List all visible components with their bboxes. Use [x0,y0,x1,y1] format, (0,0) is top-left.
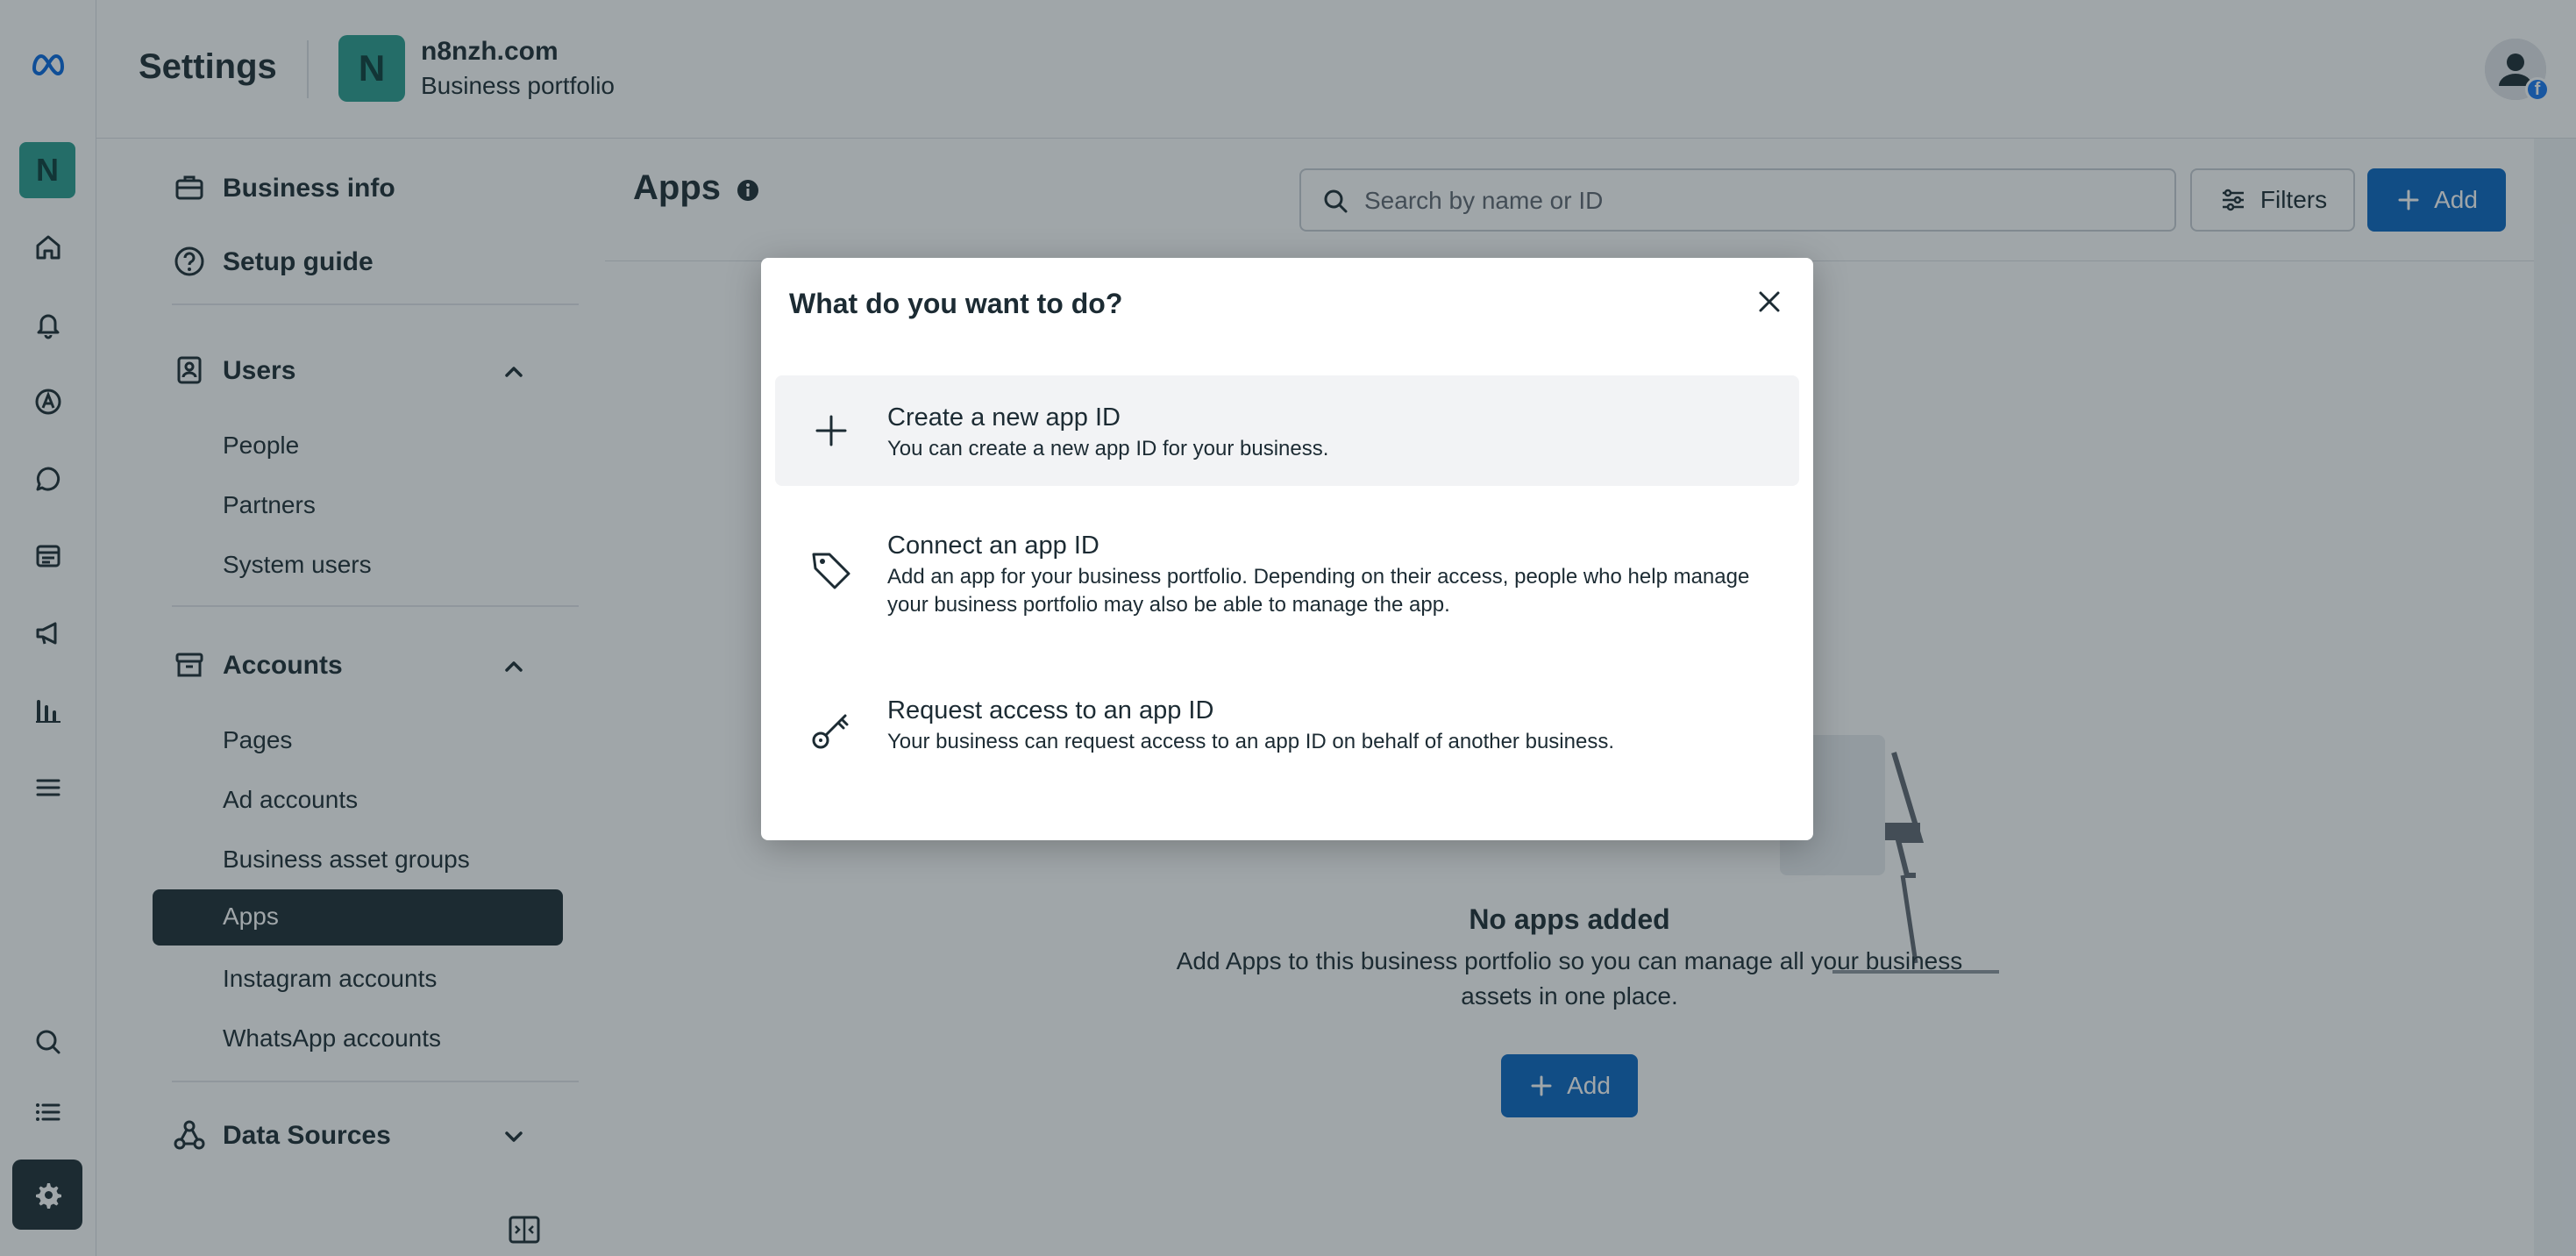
option-title: Connect an app ID [887,532,1099,560]
plus-icon [807,406,856,455]
option-request-access[interactable]: Request access to an app ID Your busines… [775,674,1799,788]
tag-icon [807,546,856,595]
key-icon [807,705,856,754]
option-description: Your business can request access to an a… [887,730,1614,753]
option-title: Request access to an app ID [887,696,1214,724]
option-description: You can create a new app ID for your bus… [887,437,1329,460]
option-title: Create a new app ID [887,403,1121,432]
dialog-title: What do you want to do? [789,288,1123,319]
add-app-dialog: What do you want to do? Create a new app… [761,258,1813,840]
close-button[interactable] [1752,284,1787,319]
option-connect-app[interactable]: Connect an app ID Add an app for your bu… [775,509,1799,649]
close-icon [1759,291,1780,312]
option-description: Add an app for your business portfolio. … [887,565,1750,617]
option-create-app[interactable]: Create a new app ID You can create a new… [775,375,1799,486]
